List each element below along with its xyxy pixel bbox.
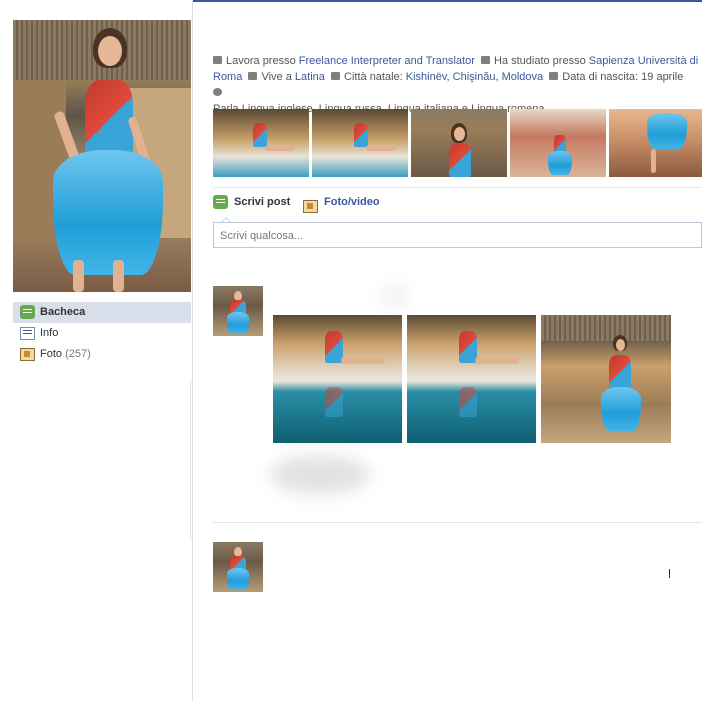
photo-count: (257) xyxy=(65,348,91,360)
work-icon xyxy=(213,56,222,64)
status-input[interactable]: Scrivi qualcosa... xyxy=(213,222,702,248)
featured-photos xyxy=(213,109,702,177)
lives-prefix: Vive a xyxy=(261,71,295,83)
post-photo[interactable] xyxy=(541,315,671,443)
lives-link[interactable]: Latina xyxy=(295,71,325,83)
column-divider-left xyxy=(190,380,191,540)
post-photo[interactable] xyxy=(407,315,536,443)
composer: Scrivi post Foto/video Scrivi qualcosa..… xyxy=(213,187,702,248)
sidebar-item-foto[interactable]: Foto (257) xyxy=(13,344,191,365)
sidebar-item-label: Foto xyxy=(40,348,63,360)
study-prefix: Ha studiato presso xyxy=(493,55,589,67)
profile-picture[interactable] xyxy=(13,20,191,292)
sidebar-item-label: Bacheca xyxy=(40,306,86,318)
calendar-icon xyxy=(549,72,559,80)
study-icon xyxy=(480,56,490,64)
photo-icon xyxy=(20,348,35,361)
post-icon xyxy=(213,195,228,209)
column-divider xyxy=(192,0,193,702)
top-border xyxy=(192,0,702,2)
work-link[interactable]: Freelance Interpreter and Translator xyxy=(299,55,475,67)
birth-date: Data di nascita: 19 aprile xyxy=(562,71,684,83)
post-separator xyxy=(213,522,702,523)
tab-write-post[interactable]: Scrivi post xyxy=(213,195,290,209)
profile-info: Lavora presso Freelance Interpreter and … xyxy=(213,53,702,117)
work-prefix: Lavora presso xyxy=(226,55,299,67)
sidebar-item-info[interactable]: Info xyxy=(13,323,191,344)
hometown-link[interactable]: Kishinëv, Chişinău, Moldova xyxy=(406,71,543,83)
featured-photo[interactable] xyxy=(609,109,702,177)
featured-photo[interactable] xyxy=(411,109,507,177)
blurred-content xyxy=(270,455,370,495)
featured-photo[interactable] xyxy=(312,109,408,177)
photo-icon xyxy=(303,200,318,213)
sidebar-item-bacheca[interactable]: Bacheca xyxy=(13,302,191,323)
post-photo[interactable] xyxy=(273,315,402,443)
home-icon xyxy=(248,72,258,80)
bacheca-icon xyxy=(20,305,35,319)
author-avatar[interactable] xyxy=(213,286,263,336)
info-icon xyxy=(20,327,35,340)
globe-icon xyxy=(213,88,222,96)
sidebar-item-label: Info xyxy=(40,327,59,339)
tab-photo-video[interactable]: Foto/video xyxy=(303,196,380,213)
hometown-icon xyxy=(331,72,341,80)
hometown-prefix: Città natale: xyxy=(344,71,406,83)
profile-nav: Bacheca Info Foto (257) xyxy=(13,302,191,365)
featured-photo[interactable] xyxy=(510,109,606,177)
featured-photo[interactable] xyxy=(213,109,309,177)
author-avatar[interactable] xyxy=(213,542,263,592)
text-cursor xyxy=(669,569,670,578)
blurred-content xyxy=(380,285,410,307)
